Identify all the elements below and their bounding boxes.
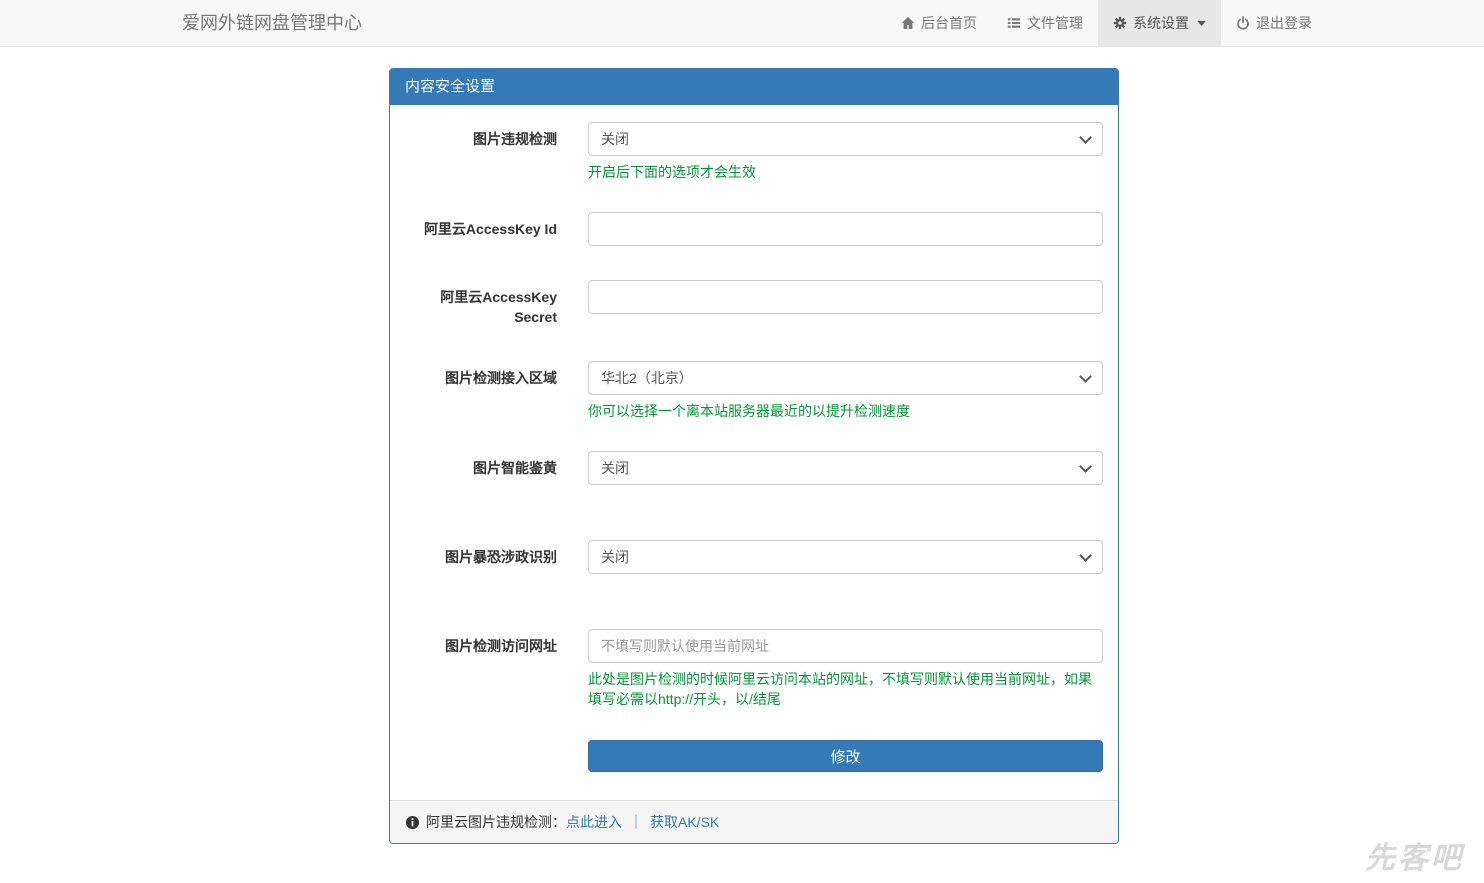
navbar-menu: 后台首页 文件管理 bbox=[886, 0, 1327, 46]
field-label: 图片暴恐涉政识别 bbox=[405, 540, 557, 574]
form-group-detect-region: 图片检测接入区域 华北2（北京） 你可以选择一个离本站服务器最近的以提升检测速度 bbox=[405, 361, 1103, 421]
field-label: 图片检测访问网址 bbox=[405, 629, 557, 709]
form-group-accesskey-id: 阿里云AccessKey Id bbox=[405, 212, 1103, 246]
nav-item-label: 文件管理 bbox=[1027, 13, 1083, 33]
footer-separator: ｜ bbox=[629, 812, 643, 832]
panel-footer: 阿里云图片违规检测： 点此进入 ｜ 获取AK/SK bbox=[390, 800, 1118, 843]
top-navbar: 爱网外链网盘管理中心 后台首页 文件管理 bbox=[0, 0, 1484, 47]
field-label: 阿里云AccessKey Secret bbox=[405, 280, 557, 327]
detect-access-url-input[interactable] bbox=[588, 629, 1103, 663]
get-aksk-link[interactable]: 获取AK/SK bbox=[650, 812, 719, 832]
gear-icon bbox=[1113, 16, 1127, 30]
field-label: 图片检测接入区域 bbox=[405, 361, 557, 421]
terror-politics-detect-select[interactable]: 关闭 bbox=[588, 540, 1103, 574]
nav-item-label: 退出登录 bbox=[1256, 13, 1312, 33]
nav-item-label: 后台首页 bbox=[921, 13, 977, 33]
nav-item-admin-home[interactable]: 后台首页 bbox=[886, 0, 992, 46]
form-group-submit: 修改 bbox=[405, 740, 1103, 772]
content-security-panel: 内容安全设置 图片违规检测 关闭 开启后下面的选项才会生效 阿里云AccessK… bbox=[389, 68, 1119, 844]
watermark: 先客吧 bbox=[1365, 833, 1464, 877]
submit-button[interactable]: 修改 bbox=[588, 740, 1103, 772]
form-group-image-violation: 图片违规检测 关闭 开启后下面的选项才会生效 bbox=[405, 122, 1103, 182]
field-label: 图片违规检测 bbox=[405, 122, 557, 182]
field-label: 图片智能鉴黄 bbox=[405, 451, 557, 485]
form-group-porn-detect: 图片智能鉴黄 关闭 bbox=[405, 451, 1103, 485]
list-icon bbox=[1007, 16, 1021, 30]
caret-down-icon bbox=[1197, 21, 1206, 26]
info-icon bbox=[405, 815, 420, 830]
nav-item-label: 系统设置 bbox=[1133, 13, 1189, 33]
porn-detect-select[interactable]: 关闭 bbox=[588, 451, 1103, 485]
nav-item-logout[interactable]: 退出登录 bbox=[1221, 0, 1327, 46]
field-help: 你可以选择一个离本站服务器最近的以提升检测速度 bbox=[588, 401, 1103, 421]
footer-text: 阿里云图片违规检测： bbox=[426, 812, 566, 832]
enter-detect-link[interactable]: 点此进入 bbox=[566, 812, 622, 832]
form-group-terror-politics-detect: 图片暴恐涉政识别 关闭 bbox=[405, 540, 1103, 574]
settings-form: 图片违规检测 关闭 开启后下面的选项才会生效 阿里云AccessKey Id 阿… bbox=[390, 105, 1118, 800]
field-help: 开启后下面的选项才会生效 bbox=[588, 162, 1103, 182]
field-help: 此处是图片检测的时候阿里云访问本站的网址，不填写则默认使用当前网址，如果填写必需… bbox=[588, 669, 1103, 709]
detect-region-select[interactable]: 华北2（北京） bbox=[588, 361, 1103, 395]
form-group-accesskey-secret: 阿里云AccessKey Secret bbox=[405, 280, 1103, 327]
app-title: 爱网外链网盘管理中心 bbox=[182, 0, 362, 46]
panel-title: 内容安全设置 bbox=[390, 69, 1118, 105]
aliyun-accesskey-secret-input[interactable] bbox=[588, 280, 1103, 314]
power-icon bbox=[1236, 16, 1250, 30]
field-label: 阿里云AccessKey Id bbox=[405, 212, 557, 246]
nav-item-system-settings[interactable]: 系统设置 bbox=[1098, 0, 1221, 46]
home-icon bbox=[901, 16, 915, 30]
nav-item-file-management[interactable]: 文件管理 bbox=[992, 0, 1098, 46]
image-violation-detect-select[interactable]: 关闭 bbox=[588, 122, 1103, 156]
aliyun-accesskey-id-input[interactable] bbox=[588, 212, 1103, 246]
form-group-detect-access-url: 图片检测访问网址 此处是图片检测的时候阿里云访问本站的网址，不填写则默认使用当前… bbox=[405, 629, 1103, 709]
